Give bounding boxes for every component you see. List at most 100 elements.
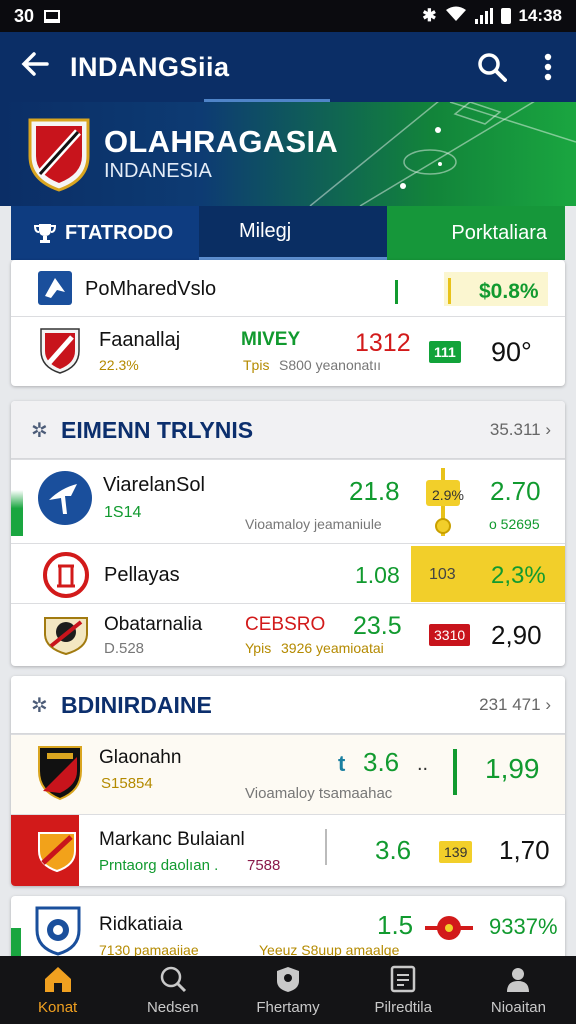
- odds-value[interactable]: $0.8%: [479, 280, 539, 304]
- team-logo-icon: [38, 832, 76, 873]
- status-sub: Ypis: [245, 640, 272, 656]
- hero-subtitle: INDANESIA: [104, 160, 212, 182]
- score-value: 1.5: [377, 910, 414, 940]
- home-icon: [44, 966, 71, 992]
- status-badge: 3310: [429, 624, 471, 646]
- team-name: Glaonahn: [99, 747, 182, 768]
- nav-item-profile[interactable]: Nioaitan: [461, 956, 576, 1024]
- odds-value[interactable]: 1,70: [499, 835, 550, 866]
- list-item[interactable]: ViarelanSol 1S14 Vioamaloy jeamaniule 21…: [11, 459, 565, 543]
- odds-sub: o 52695: [489, 516, 540, 532]
- nav-label: Nedsen: [146, 998, 199, 1016]
- app-title: INDANGSiia: [70, 51, 230, 82]
- indicator-bar: [395, 280, 398, 304]
- nav-item-shield[interactable]: Fhertamy: [230, 956, 345, 1024]
- status-bar: 30 ✱ 14:38: [0, 0, 576, 32]
- accent-stripe: [11, 928, 21, 958]
- indicator-bar: [453, 749, 457, 795]
- football-field-graphic: [309, 102, 576, 206]
- list-item[interactable]: Obatarnalia D.528 CEBSRO Ypis 3926 yeami…: [11, 603, 565, 665]
- tab-1[interactable]: FTATRODO: [11, 206, 199, 260]
- chevron-right-icon: ›: [545, 695, 551, 714]
- section-count-value: 231 471: [479, 695, 541, 714]
- tab-2[interactable]: Milegj: [199, 206, 387, 260]
- status-badge: 2.9%: [432, 487, 464, 503]
- team-name: Markanc Bulaianl: [99, 829, 245, 850]
- score-value: 23.5: [353, 612, 402, 640]
- bottom-nav: Konat Nedsen Fhertamy Pilredtila Nioaita…: [0, 956, 576, 1024]
- dots-text: ..: [417, 753, 429, 775]
- status-left-text: 30: [14, 5, 35, 26]
- profile-icon: [507, 967, 530, 992]
- team-name: ViarelanSol: [103, 474, 205, 496]
- shield-icon: [277, 966, 299, 992]
- nav-item-document[interactable]: Pilredtila: [346, 956, 461, 1024]
- list-item[interactable]: PoMharedVslo $0.8%: [11, 260, 565, 316]
- back-arrow-icon[interactable]: [0, 32, 70, 102]
- score-value: 3.6: [375, 835, 412, 865]
- tab-3[interactable]: Porktaliara: [387, 206, 565, 260]
- nav-item-search[interactable]: Nedsen: [115, 956, 230, 1024]
- star-icon[interactable]: ✲: [31, 693, 48, 718]
- team-logo-icon: [43, 552, 89, 598]
- team-sub: D.528: [104, 640, 145, 657]
- app-bar: INDANGSiia: [0, 32, 576, 102]
- tab-2-label: Milegj: [239, 220, 292, 242]
- team-name: Ridkatiaia: [99, 914, 183, 935]
- list-item[interactable]: Faanallaj 22.3% MIVEY Tpis S800 yeanonat…: [11, 316, 565, 386]
- list-item[interactable]: Markanc Bulaianl Prntaorg daolıan . 7588…: [11, 814, 565, 886]
- status-sub: Tpis: [243, 357, 270, 373]
- list-item[interactable]: Pellayas 1.08 103 2,3%: [11, 543, 565, 603]
- club-crest-icon: [28, 118, 90, 192]
- team-logo-icon: [38, 746, 82, 801]
- search-icon[interactable]: [464, 32, 520, 102]
- section-count-value: 35.311: [489, 420, 541, 439]
- team-logo-icon: [44, 617, 88, 656]
- detail-text: Vioamaloy jeamaniule: [245, 516, 382, 532]
- odds-value[interactable]: 2,90: [491, 620, 542, 651]
- list-item[interactable]: Glaonahn S15854 Vioamaloy tsamaahac t 3.…: [11, 734, 565, 814]
- search-icon: [160, 966, 186, 992]
- status-badge: 139: [439, 841, 473, 863]
- team-sub: S15854: [101, 775, 153, 792]
- divider: [325, 829, 327, 865]
- trophy-icon: [33, 224, 57, 243]
- team-logo-icon: [38, 271, 72, 305]
- team-logo-icon: [38, 471, 92, 525]
- more-vert-icon[interactable]: [520, 32, 576, 102]
- section-header[interactable]: ✲ EIMENN TRLYNIS 35.311 ›: [11, 401, 565, 459]
- photo-icon: [44, 9, 61, 23]
- section-count[interactable]: 231 471 ›: [479, 695, 551, 715]
- odds-value[interactable]: 9337%: [489, 914, 558, 940]
- score-value: 3.6: [363, 747, 400, 777]
- team-sub: Prntaorg daolıan .: [99, 857, 219, 874]
- section-header[interactable]: ✲ BDINIRDAINE 231 471 ›: [11, 676, 565, 734]
- target-icon: [425, 916, 473, 940]
- nav-item-home[interactable]: Konat: [0, 956, 115, 1024]
- wifi-icon: [445, 6, 467, 27]
- hero-banner: OLAHRAGASIA INDANESIA: [0, 102, 576, 206]
- score-value: 1.08: [355, 562, 400, 588]
- section-count[interactable]: 35.311 ›: [490, 420, 551, 440]
- star-icon[interactable]: ✲: [31, 418, 48, 443]
- status-label: CEBSRO: [245, 614, 326, 635]
- section-card: ✲ BDINIRDAINE 231 471 › Glaonahn S15854 …: [11, 676, 565, 886]
- signal-icon: [474, 8, 493, 24]
- tab-bar: FTATRODO Milegj Porktaliara: [11, 206, 565, 260]
- team-name: PoMharedVslo: [85, 278, 217, 300]
- team-name: Faanallaj: [99, 329, 181, 351]
- document-icon: [390, 965, 416, 992]
- odds-value[interactable]: 2,3%: [491, 562, 546, 590]
- section-title: EIMENN TRLYNIS: [61, 417, 254, 443]
- odds-value[interactable]: 1,99: [485, 753, 540, 785]
- tab-1-label: FTATRODO: [65, 221, 174, 244]
- odds-value[interactable]: 2.70: [490, 476, 541, 507]
- chevron-right-icon: ›: [545, 420, 551, 439]
- nav-label: Pilredtila: [374, 998, 432, 1016]
- status-label: MIVEY: [241, 329, 301, 350]
- hero-title: OLAHRAGASIA: [104, 124, 339, 159]
- tab-3-label: Porktaliara: [451, 221, 547, 244]
- odds-value[interactable]: 90°: [491, 337, 532, 368]
- team-name: Obatarnalia: [104, 614, 203, 635]
- team-sub-extra: 7588: [247, 857, 281, 874]
